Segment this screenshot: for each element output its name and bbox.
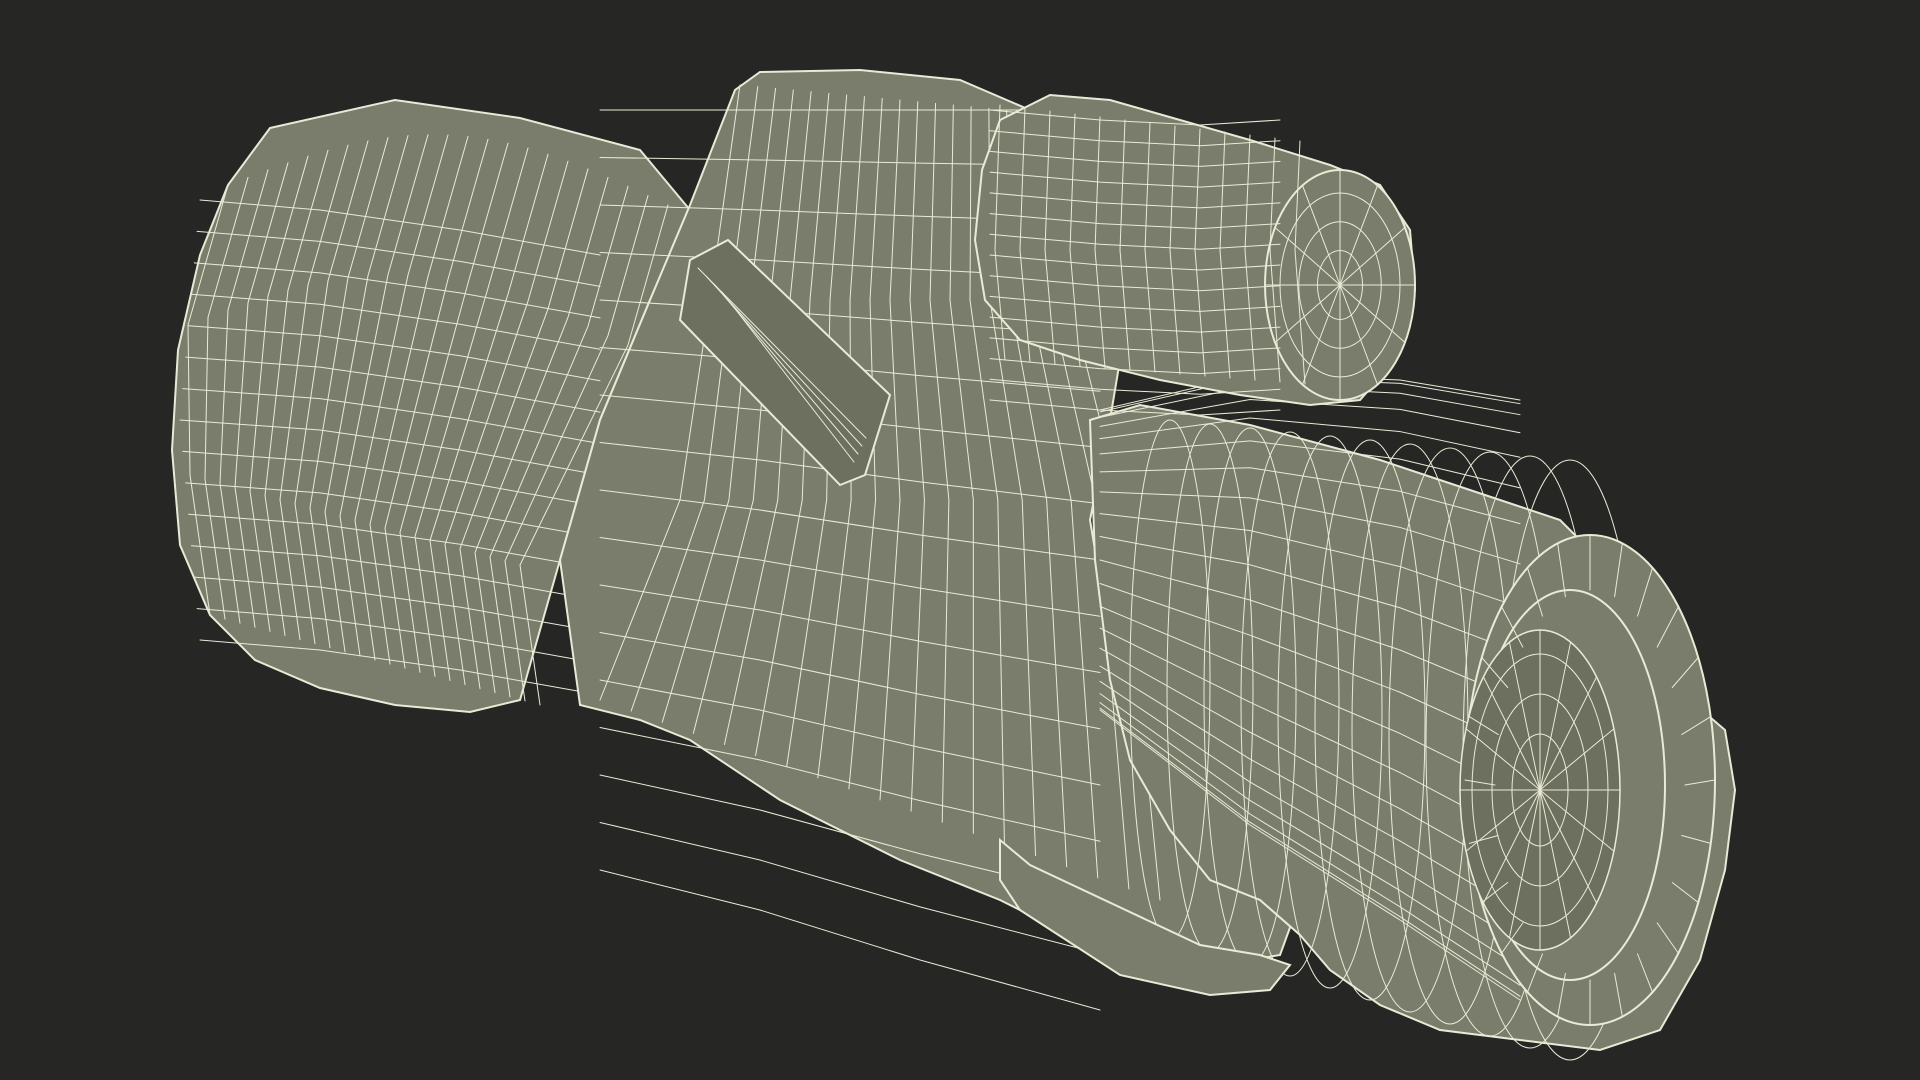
monocular-wireframe-model: [170, 68, 1737, 1061]
render-viewport: [0, 0, 1920, 1080]
